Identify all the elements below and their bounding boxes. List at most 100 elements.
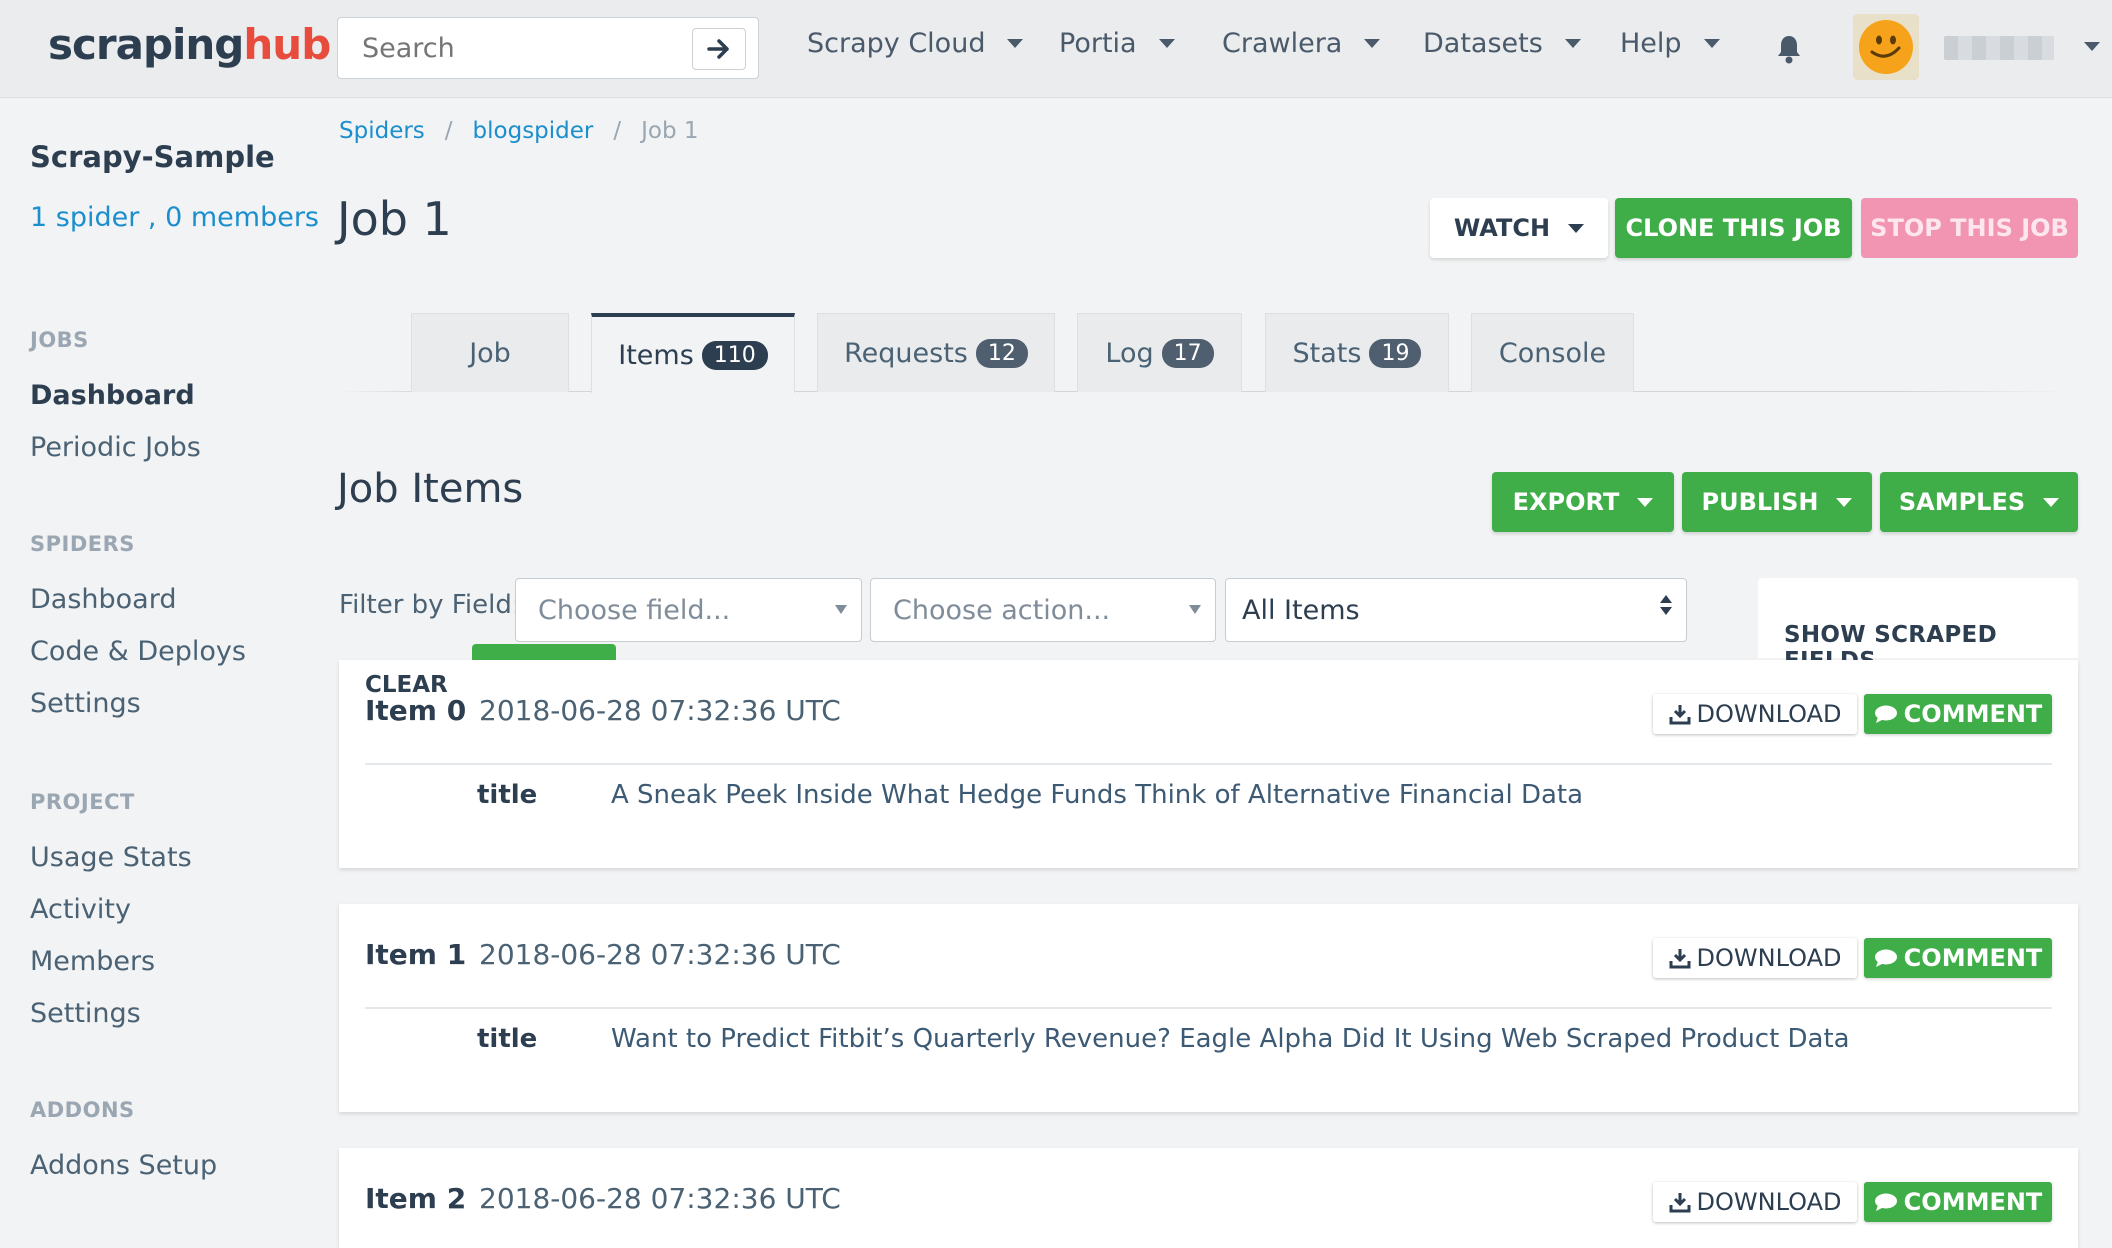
page-title: Job 1 <box>337 192 452 246</box>
project-sidebar: Scrapy-Sample 1 spider , 0 members JOBS … <box>0 98 330 1248</box>
nav-scrapy-cloud-label: Scrapy Cloud <box>807 28 986 59</box>
item-scope-value: All Items <box>1242 594 1360 626</box>
tab-job-label: Job <box>469 337 511 369</box>
tab-stats[interactable]: Stats 19 <box>1265 313 1449 392</box>
tab-requests-count-badge: 12 <box>975 338 1028 368</box>
up-down-arrows-icon <box>1660 595 1672 615</box>
nav-help-label: Help <box>1620 28 1682 59</box>
comment-button[interactable]: COMMENT <box>1864 1182 2052 1222</box>
watch-button-label: WATCH <box>1453 214 1551 242</box>
tab-items-count-badge: 110 <box>701 340 768 370</box>
download-button[interactable]: DOWNLOAD <box>1653 1182 1857 1222</box>
tab-log-label: Log <box>1105 337 1154 369</box>
download-icon <box>1669 949 1691 969</box>
download-icon <box>1669 705 1691 725</box>
chevron-down-icon <box>2043 497 2060 507</box>
stop-job-button[interactable]: STOP THIS JOB <box>1861 198 2078 258</box>
top-navbar: scrapinghub Scrapy Cloud Portia Crawlera… <box>0 0 2112 98</box>
item-field-key: title <box>477 780 538 810</box>
spider-count-link[interactable]: 1 spider <box>30 202 139 233</box>
chevron-down-icon <box>1364 39 1381 48</box>
nav-datasets[interactable]: Datasets <box>1423 28 1581 59</box>
sidebar-item-addons-setup[interactable]: Addons Setup <box>30 1150 217 1181</box>
tab-job[interactable]: Job <box>411 313 569 392</box>
nav-crawlera[interactable]: Crawlera <box>1222 28 1381 59</box>
sidebar-item-activity[interactable]: Activity <box>30 894 131 925</box>
comment-icon <box>1874 705 1897 723</box>
bell-icon[interactable] <box>1776 34 1802 64</box>
item-card: Item 1 2018-06-28 07:32:36 UTC DOWNLOAD … <box>339 904 2078 1112</box>
search-input[interactable] <box>340 20 680 76</box>
samples-button[interactable]: SAMPLES <box>1880 472 2078 532</box>
export-button[interactable]: EXPORT <box>1492 472 1674 532</box>
member-count-link[interactable]: 0 members <box>165 202 319 233</box>
scrapinghub-logo[interactable]: scrapinghub <box>48 20 331 69</box>
nav-help[interactable]: Help <box>1620 28 1720 59</box>
item-field-value: Want to Predict Fitbit’s Quarterly Reven… <box>611 1024 1850 1054</box>
sidebar-item-jobs-dashboard[interactable]: Dashboard <box>30 380 195 411</box>
sidebar-item-members[interactable]: Members <box>30 946 155 977</box>
breadcrumb: Spiders / blogspider / Job 1 <box>339 118 699 144</box>
sidebar-item-code-deploys[interactable]: Code & Deploys <box>30 636 246 667</box>
chevron-down-icon <box>1158 39 1175 48</box>
chevron-down-icon[interactable] <box>2084 42 2100 51</box>
chevron-down-icon <box>1568 223 1585 233</box>
show-scraped-fields-toggle[interactable]: SHOW SCRAPED FIELDS <box>1758 578 2078 674</box>
nav-scrapy-cloud[interactable]: Scrapy Cloud <box>807 28 1024 59</box>
tab-log-count-badge: 17 <box>1161 338 1214 368</box>
choose-field-select[interactable]: Choose field... <box>515 578 862 642</box>
nav-crawlera-label: Crawlera <box>1222 28 1343 59</box>
comment-button[interactable]: COMMENT <box>1864 938 2052 978</box>
smiley-avatar-icon <box>1853 14 1919 80</box>
tab-stats-label: Stats <box>1292 337 1362 369</box>
project-name: Scrapy-Sample <box>30 140 275 174</box>
sidebar-item-spiders-settings[interactable]: Settings <box>30 688 141 719</box>
comment-icon <box>1874 949 1897 967</box>
logo-text-accent: hub <box>243 20 331 69</box>
item-label: Item 1 <box>365 938 467 971</box>
comment-label: COMMENT <box>1903 1188 2043 1216</box>
project-meta: 1 spider , 0 members <box>30 202 319 233</box>
tab-console-label: Console <box>1498 337 1607 369</box>
sidebar-item-project-settings[interactable]: Settings <box>30 998 141 1029</box>
sidebar-item-usage-stats[interactable]: Usage Stats <box>30 842 192 873</box>
filter-apply-button[interactable] <box>472 644 616 660</box>
tab-console[interactable]: Console <box>1471 313 1634 392</box>
watch-button[interactable]: WATCH <box>1430 198 1608 258</box>
item-field-key: title <box>477 1024 538 1054</box>
search-submit-button[interactable] <box>692 28 746 70</box>
tab-items[interactable]: Items 110 <box>591 313 795 393</box>
nav-portia[interactable]: Portia <box>1059 28 1175 59</box>
tab-log[interactable]: Log 17 <box>1077 313 1242 392</box>
item-field-value: A Sneak Peek Inside What Hedge Funds Thi… <box>611 780 1584 810</box>
breadcrumb-separator: / <box>444 118 453 144</box>
arrow-right-icon <box>707 39 729 59</box>
item-card: Item 2 2018-06-28 07:32:36 UTC DOWNLOAD … <box>339 1148 2078 1248</box>
publish-button[interactable]: PUBLISH <box>1682 472 1872 532</box>
download-button[interactable]: DOWNLOAD <box>1653 938 1857 978</box>
sidebar-item-periodic-jobs[interactable]: Periodic Jobs <box>30 432 201 463</box>
choose-action-select[interactable]: Choose action... <box>870 578 1216 642</box>
tab-requests[interactable]: Requests 12 <box>817 313 1055 392</box>
meta-separator: , <box>147 202 157 233</box>
clone-job-button[interactable]: CLONE THIS JOB <box>1615 198 1852 258</box>
nav-datasets-label: Datasets <box>1423 28 1543 59</box>
chevron-down-icon <box>1564 39 1581 48</box>
chevron-down-icon <box>1007 39 1024 48</box>
item-card: CLEAR Item 0 2018-06-28 07:32:36 UTC DOW… <box>339 660 2078 868</box>
sidebar-item-spiders-dashboard[interactable]: Dashboard <box>30 584 176 615</box>
download-button[interactable]: DOWNLOAD <box>1653 694 1857 734</box>
download-label: DOWNLOAD <box>1696 944 1842 972</box>
sidebar-heading-addons: ADDONS <box>30 1098 135 1122</box>
username-redacted[interactable] <box>1944 36 2054 60</box>
breadcrumb-spiders[interactable]: Spiders <box>339 118 425 144</box>
comment-button[interactable]: COMMENT <box>1864 694 2052 734</box>
item-scope-select[interactable]: All Items <box>1225 578 1687 642</box>
dropdown-arrow-icon <box>835 605 847 614</box>
download-icon <box>1669 1193 1691 1213</box>
breadcrumb-blogspider[interactable]: blogspider <box>473 118 594 144</box>
user-avatar[interactable] <box>1853 14 1919 80</box>
sidebar-heading-spiders: SPIDERS <box>30 532 135 556</box>
sidebar-heading-jobs: JOBS <box>30 328 89 352</box>
comment-label: COMMENT <box>1903 944 2043 972</box>
